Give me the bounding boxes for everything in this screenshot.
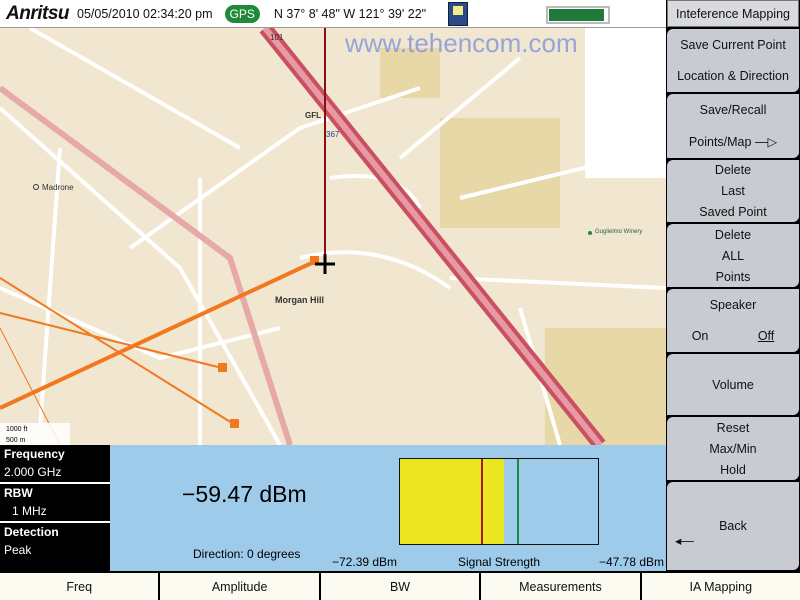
reset-max-min-hold-button[interactable]: Reset Max/Min Hold: [667, 417, 799, 480]
signal-readout: −59.47 dBm Direction: 0 degrees −72.39 d…: [110, 445, 666, 571]
datetime: 05/05/2010 02:34:20 pm: [77, 6, 213, 21]
softkey-panel: Inteference Mapping Save Current Point Lo…: [666, 0, 800, 571]
tab-amplitude[interactable]: Amplitude: [160, 573, 319, 600]
label: Reset: [716, 420, 750, 435]
map-area: [585, 28, 666, 178]
status-bar: Anritsu 05/05/2010 02:34:20 pm GPS N 37°…: [0, 0, 666, 28]
label: Location & Direction: [677, 69, 789, 84]
signal-strength-bar: [399, 458, 599, 545]
watermark: www.tehencom.com: [345, 28, 578, 58]
menu-title: Inteference Mapping: [667, 0, 799, 27]
label: Points: [715, 269, 751, 284]
submenu-arrow-icon: —▷: [754, 135, 778, 150]
speaker-off-option: Off: [757, 329, 775, 344]
label: Delete: [714, 163, 752, 178]
save-recall-button[interactable]: Save/Recall Points/Map —▷: [667, 94, 799, 158]
tab-bw[interactable]: BW: [320, 573, 480, 600]
volume-button[interactable]: Volume: [667, 354, 799, 415]
label: Last: [721, 183, 745, 198]
saved-point-marker[interactable]: [230, 419, 239, 428]
menu-title-text: Inteference Mapping: [676, 6, 790, 21]
map-label-gfl: GFL: [305, 111, 321, 120]
map-label-city: Morgan Hill: [275, 295, 324, 305]
min-hold-marker: [481, 459, 484, 544]
bar-max-label: −47.78 dBm: [598, 555, 664, 569]
max-hold-marker: [516, 459, 519, 544]
floppy-disk-icon: [448, 2, 468, 26]
detection-label: Detection: [4, 525, 59, 539]
map-area: [440, 118, 560, 228]
label: Save Current Point: [680, 37, 786, 52]
frequency-label: Frequency: [4, 447, 65, 461]
back-button[interactable]: Back ◂—: [667, 482, 799, 570]
bar-min-label: −72.39 dBm: [332, 555, 398, 569]
map-label-winery: Guglielmo Winery: [595, 229, 642, 235]
gps-coordinates: N 37° 8' 48" W 121° 39' 22": [273, 6, 427, 21]
label: Max/Min: [709, 441, 757, 456]
battery-indicator: [546, 6, 610, 24]
main-menu-bar: Freq Amplitude BW Measurements IA Mappin…: [0, 571, 800, 600]
save-current-point-button[interactable]: Save Current Point Location & Direction: [667, 29, 799, 92]
poi-dot-icon: [588, 231, 592, 235]
town-dot-icon: [33, 184, 39, 190]
saved-point-marker[interactable]: [218, 363, 227, 372]
detection-value: Peak: [4, 543, 32, 557]
battery-level: [549, 9, 605, 21]
tab-ia-mapping[interactable]: IA Mapping: [641, 573, 800, 600]
label: Points/Map —▷: [689, 134, 777, 149]
label: Volume: [712, 377, 754, 392]
rbw-label: RBW: [4, 486, 33, 500]
delete-last-point-button[interactable]: Delete Last Saved Point: [667, 160, 799, 222]
speaker-toggle[interactable]: Speaker On Off: [667, 289, 799, 352]
label: Back: [719, 519, 747, 533]
scale-m: 500 m: [6, 437, 26, 444]
back-arrow-icon: ◂—: [675, 534, 694, 548]
tab-measurements[interactable]: Measurements: [481, 573, 640, 600]
label: Speaker: [709, 297, 757, 312]
map-graphics: Madrone Morgan Hill GFL 367 101 Guglielm…: [0, 28, 666, 445]
rbw-value: 1 MHz: [0, 500, 110, 523]
bearing-lines: [0, 258, 319, 445]
map-label-madrone: Madrone: [42, 183, 74, 192]
brand-logo: Anritsu: [6, 2, 70, 24]
signal-level: −59.47 dBm: [182, 481, 307, 507]
gps-badge: GPS: [224, 4, 260, 23]
direction-text: Direction: 0 degrees: [193, 547, 301, 561]
label: Hold: [720, 462, 746, 477]
signal-strength-fill: [400, 459, 504, 544]
label: Saved Point: [699, 204, 767, 219]
map-area: [545, 328, 666, 445]
label: Points/Map: [688, 135, 752, 150]
bar-title: Signal Strength: [458, 555, 541, 569]
frequency-value: 2.000 GHz: [0, 461, 110, 484]
map-view[interactable]: Madrone Morgan Hill GFL 367 101 Guglielm…: [0, 28, 666, 445]
label: Save/Recall: [699, 102, 767, 117]
map-label-101: 101: [270, 33, 284, 42]
scale-ft: 1000 ft: [6, 426, 27, 433]
speaker-on-option: On: [691, 329, 709, 344]
label: Delete: [714, 227, 752, 242]
tab-freq[interactable]: Freq: [0, 573, 159, 600]
parameter-panel: Frequency 2.000 GHz RBW 1 MHz Detection …: [0, 445, 110, 571]
delete-all-points-button[interactable]: Delete ALL Points: [667, 224, 799, 287]
map-label-367: 367: [326, 130, 340, 139]
label: ALL: [721, 248, 745, 263]
